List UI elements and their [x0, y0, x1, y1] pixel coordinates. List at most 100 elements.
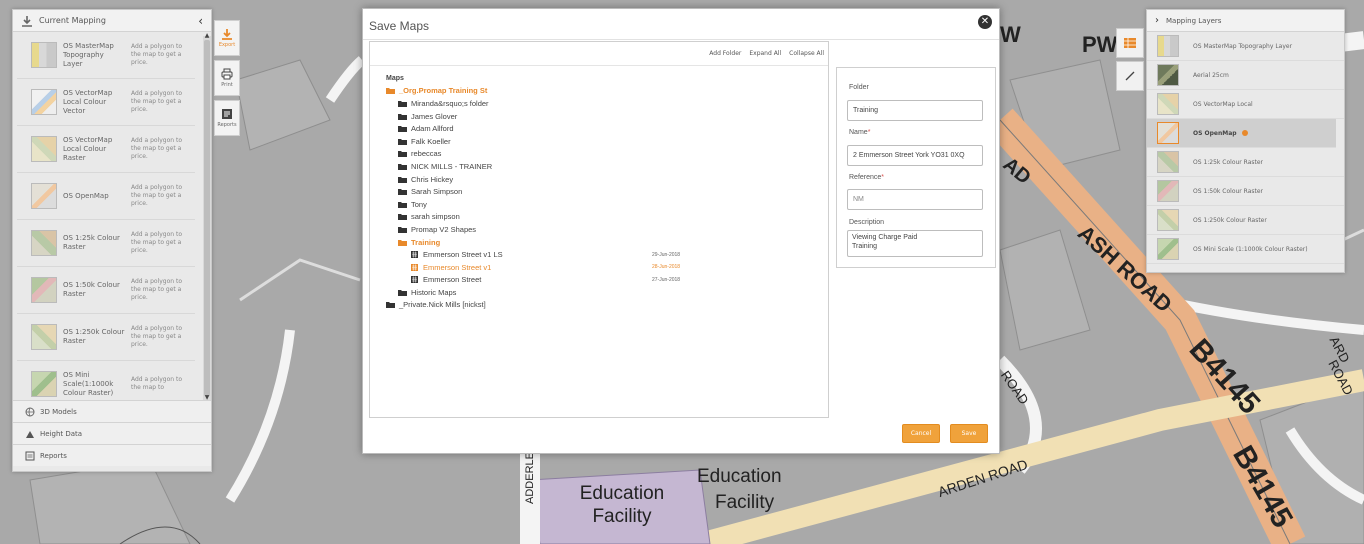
layer-thumbnail: [31, 136, 57, 162]
mapping-layer-label: OS OpenMap: [1193, 129, 1237, 137]
tree-map-item[interactable]: Emmerson Street 27-Jun-2018: [386, 274, 826, 287]
printer-icon: [221, 68, 233, 80]
map-label-adderle: ADDERLE: [523, 452, 536, 504]
tree-folder-item[interactable]: NICK MILLS - TRAINER: [386, 160, 826, 173]
tree-folder-item[interactable]: Chris Hickey: [386, 173, 826, 186]
section-3d-models[interactable]: 3D Models: [13, 400, 211, 422]
add-folder-link[interactable]: Add Folder: [709, 50, 741, 57]
folder-icon: [398, 126, 407, 133]
map-label-education-facility: Education Facility: [572, 482, 672, 528]
mapping-layer-option[interactable]: OS 1:50k Colour Raster: [1147, 177, 1344, 206]
map-label-facility: Facility: [715, 492, 775, 513]
reports-label: Reports: [217, 122, 237, 128]
current-layer-item[interactable]: OS 1:250k Colour Raster Add a polygon to…: [17, 314, 195, 361]
export-icon: [222, 29, 232, 40]
folder-open-icon: [386, 88, 395, 95]
map-label-education-facility-text: Education Facility: [579, 483, 665, 527]
tree-folder-item[interactable]: Historic Maps: [386, 286, 826, 299]
folder-icon: [398, 138, 407, 145]
mapping-layers-header[interactable]: › Mapping Layers: [1147, 10, 1344, 32]
chevron-left-icon[interactable]: ‹: [198, 14, 203, 28]
map-label-pw: PW: [1082, 32, 1118, 57]
tree-folder-item[interactable]: sarah simpson: [386, 211, 826, 224]
tree-folder-item[interactable]: Adam Allford: [386, 122, 826, 135]
required-mark: *: [881, 174, 885, 181]
folder-tree-panel: Add Folder Expand All Collapse All Maps _…: [369, 41, 829, 418]
reference-field[interactable]: NM: [847, 189, 983, 210]
tree-node-label: Emmerson Street v1 LS: [423, 250, 503, 260]
tree-map-item[interactable]: Emmerson Street v1 28-Jun-2018: [386, 261, 826, 274]
mapping-layer-option[interactable]: OS Mini Scale (1:1000k Colour Raster): [1147, 235, 1344, 264]
mapping-layer-label: Aerial 25cm: [1193, 71, 1229, 79]
tree-folder-item[interactable]: Sarah Simpson: [386, 185, 826, 198]
current-layer-item[interactable]: OS 1:50k Colour Raster Add a polygon to …: [17, 267, 195, 314]
layer-list-scrollbar[interactable]: ▲ ▼: [203, 32, 211, 404]
expand-all-link[interactable]: Expand All: [749, 50, 781, 57]
section-reports-label: Reports: [40, 451, 67, 460]
current-mapping-header[interactable]: Current Mapping ‹: [13, 10, 211, 32]
current-layer-item[interactable]: OS VectorMap Local Colour Vector Add a p…: [17, 79, 195, 126]
dialog-title: Save Maps: [369, 19, 430, 33]
export-button[interactable]: Export: [214, 20, 240, 56]
collapse-all-link[interactable]: Collapse All: [789, 50, 824, 57]
tree-folder-item[interactable]: _Org.Promap Training St: [386, 85, 826, 98]
save-form-panel: Folder Training Name* 2 Emmerson Street …: [836, 67, 996, 268]
layer-name: OS VectorMap Local Colour Raster: [63, 135, 113, 162]
cube-icon: [25, 407, 35, 416]
description-textarea[interactable]: Viewing Charge Paid Training: [847, 230, 983, 257]
print-button[interactable]: Print: [214, 60, 240, 96]
mapping-layer-label: OS 1:50k Colour Raster: [1193, 187, 1264, 195]
section-reports[interactable]: Reports: [13, 444, 211, 466]
reports-button[interactable]: Reports: [214, 100, 240, 136]
name-label: Name*: [849, 129, 870, 136]
scrollbar-thumb[interactable]: [204, 40, 210, 396]
scroll-up-arrow-icon[interactable]: ▲: [203, 32, 211, 39]
tree-folder-item[interactable]: Promap V2 Shapes: [386, 223, 826, 236]
cancel-button[interactable]: Cancel: [902, 424, 940, 443]
tree-folder-item[interactable]: Tony: [386, 198, 826, 211]
current-layer-item[interactable]: OS VectorMap Local Colour Raster Add a p…: [17, 126, 195, 173]
folder-field[interactable]: Training: [847, 100, 983, 121]
tree-folder-item[interactable]: Falk Koeller: [386, 135, 826, 148]
save-button[interactable]: Save: [950, 424, 988, 443]
layer-thumbnail: [1157, 64, 1179, 86]
folder-icon: [398, 151, 407, 158]
export-label: Export: [218, 42, 236, 48]
mapping-layer-option[interactable]: OS 1:250k Colour Raster: [1147, 206, 1344, 235]
current-layer-list[interactable]: OS MasterMap Topography Layer Add a poly…: [13, 32, 199, 408]
tree-node-label: Miranda&rsquo;s folder: [411, 98, 489, 108]
tree-folder-item[interactable]: James Glover: [386, 110, 826, 123]
section-height-data-label: Height Data: [40, 429, 83, 438]
mapping-layer-option-active[interactable]: OS OpenMap: [1147, 119, 1336, 148]
mapping-layer-option[interactable]: OS MasterMap Topography Layer: [1147, 32, 1344, 61]
mapping-layer-option[interactable]: OS VectorMap Local: [1147, 90, 1344, 119]
tree-folder-item[interactable]: Miranda&rsquo;s folder: [386, 97, 826, 110]
layers-toggle-button[interactable]: [1116, 28, 1144, 58]
mapping-layer-label: OS Mini Scale (1:1000k Colour Raster): [1193, 245, 1308, 253]
map-side-buttons: [1116, 28, 1144, 94]
chevron-right-icon[interactable]: ›: [1155, 15, 1159, 26]
layer-thumbnail: [1157, 93, 1179, 115]
current-layer-item[interactable]: OS OpenMap Add a polygon to the map to g…: [17, 173, 195, 220]
tree-root[interactable]: Maps: [386, 72, 826, 85]
name-field[interactable]: 2 Emmerson Street York YO31 0XQ: [847, 145, 983, 166]
folder-icon: [398, 289, 407, 296]
current-mapping-title: Current Mapping: [39, 16, 106, 25]
current-layer-item[interactable]: OS MasterMap Topography Layer Add a poly…: [17, 32, 195, 79]
tree-node-label: Training: [411, 237, 441, 247]
tree-map-item[interactable]: Emmerson Street v1 LS 29-Jun-2018: [386, 248, 826, 261]
mapping-layer-option[interactable]: OS 1:25k Colour Raster: [1147, 148, 1344, 177]
tree-node-label: Chris Hickey: [411, 174, 454, 184]
section-height-data[interactable]: Height Data: [13, 422, 211, 444]
folder-tree[interactable]: Maps _Org.Promap Training St Miranda&rsquo…: [386, 72, 826, 311]
tree-folder-item[interactable]: Training: [386, 236, 826, 249]
mapping-layer-option[interactable]: Aerial 25cm: [1147, 61, 1344, 90]
tree-node-label: Falk Koeller: [411, 136, 451, 146]
tree-folder-item[interactable]: rebeccas: [386, 148, 826, 161]
draw-line-button[interactable]: [1116, 61, 1144, 91]
close-icon[interactable]: ✕: [978, 15, 992, 29]
current-layer-item[interactable]: OS 1:25k Colour Raster Add a polygon to …: [17, 220, 195, 267]
tree-node-label: sarah simpson: [411, 212, 460, 222]
tree-folder-item[interactable]: _Private.Nick Mills [nickst]: [386, 299, 826, 312]
reference-label-text: Reference: [849, 174, 882, 181]
